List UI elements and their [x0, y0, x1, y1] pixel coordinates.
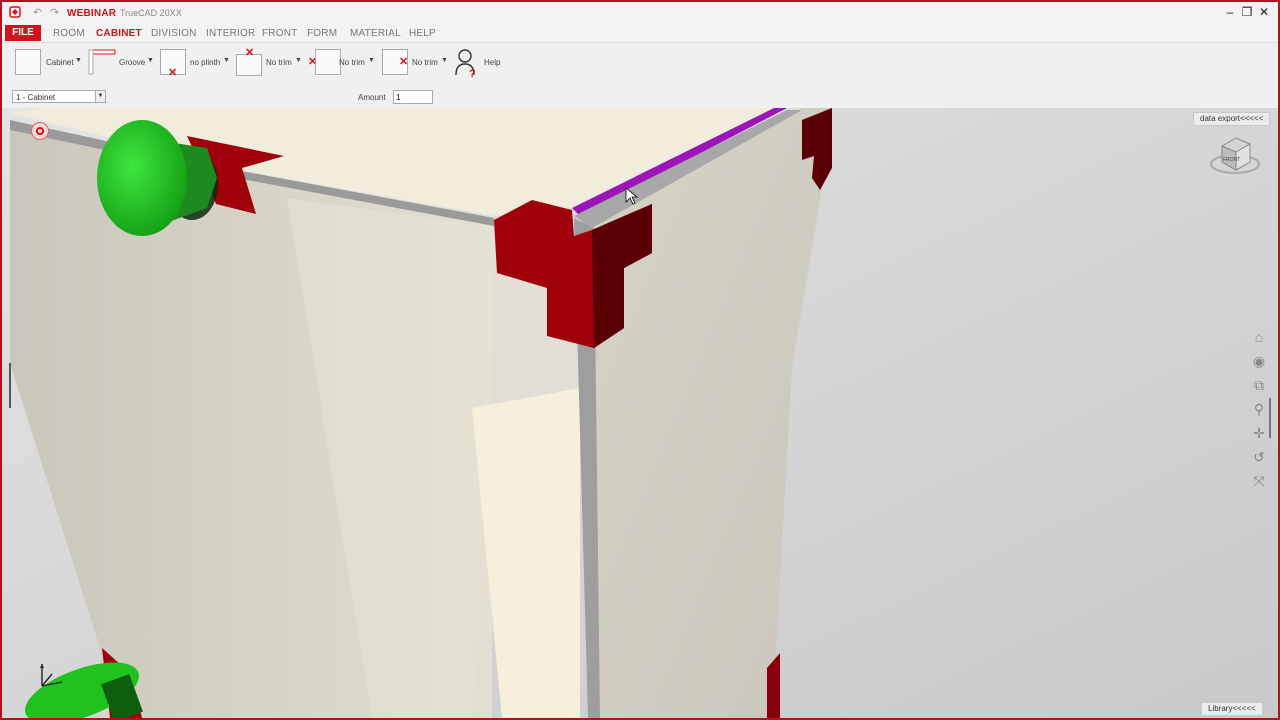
menu-front[interactable]: FRONT	[262, 28, 297, 39]
cabinet-type-icon[interactable]	[15, 49, 41, 75]
brand-label: WEBINAR	[67, 8, 117, 19]
chevron-down-icon[interactable]: ▼	[223, 57, 230, 64]
menu-form[interactable]: FORM	[307, 28, 337, 39]
cabinet-select-value: 1 - Cabinet	[16, 93, 56, 102]
home-icon[interactable]: ⌂	[1250, 328, 1268, 346]
restore-button[interactable]: ❐	[1239, 5, 1255, 19]
orbit-icon[interactable]: ◉	[1250, 352, 1268, 370]
help-label[interactable]: Help	[484, 58, 500, 67]
viewcube-front-label: FRONT	[1223, 157, 1240, 163]
data-export-tab[interactable]: data export<<<<<	[1193, 112, 1271, 126]
zoom-icon[interactable]: ⚲	[1250, 400, 1268, 418]
amount-input[interactable]	[393, 90, 433, 104]
rotate-icon[interactable]: ↺	[1250, 448, 1268, 466]
menu-material[interactable]: MATERIAL	[350, 28, 401, 39]
chevron-down-icon[interactable]: ▼	[295, 57, 302, 64]
title-bar: ↶ ↷ WEBINAR TrueCAD 20XX – ❐ ✕	[2, 2, 1278, 24]
menu-cabinet[interactable]: CABINET	[96, 28, 142, 39]
ribbon-toolbar: Cabinet ▼ Groove ▼ ✕ no plinth ▼ ✕ No tr…	[2, 42, 1278, 87]
redo-icon[interactable]: ↷	[50, 6, 59, 19]
menu-division[interactable]: DIVISION	[151, 28, 197, 39]
top-trim-label[interactable]: No trim	[266, 58, 292, 67]
chevron-down-icon[interactable]: ▼	[75, 57, 82, 64]
groove-icon[interactable]	[88, 48, 116, 76]
menu-help[interactable]: HELP	[409, 28, 436, 39]
amount-label: Amount	[358, 93, 386, 102]
app-logo-icon	[9, 6, 21, 18]
right-trim-label[interactable]: No trim	[412, 58, 438, 67]
cabinet-selector-row: 1 - Cabinet ▼ Amount	[2, 86, 1278, 109]
chevron-down-icon[interactable]: ▼	[441, 57, 448, 64]
cabinet-model[interactable]	[2, 108, 1278, 718]
cabinet-select[interactable]: 1 - Cabinet ▼	[12, 90, 106, 103]
menu-file[interactable]: FILE	[5, 25, 41, 41]
menu-room[interactable]: ROOM	[53, 28, 85, 39]
groove-label[interactable]: Groove	[119, 58, 145, 67]
chevron-down-icon[interactable]: ▼	[368, 57, 375, 64]
app-title: TrueCAD 20XX	[120, 8, 182, 18]
svg-text:?: ?	[469, 68, 476, 79]
app-window: ↶ ↷ WEBINAR TrueCAD 20XX – ❐ ✕ FILE ROOM…	[0, 0, 1280, 720]
green-position-marker[interactable]	[97, 120, 187, 236]
remove-x-icon: ✕	[399, 56, 409, 68]
3d-viewport[interactable]: data export<<<<< FRONT ⌂ ◉ ⧉ ⚲ ✛ ↺ ⤧ Lib…	[2, 108, 1278, 718]
fit-icon[interactable]: ⤧	[1250, 472, 1268, 490]
undo-icon[interactable]: ↶	[33, 6, 42, 19]
remove-x-icon: ✕	[168, 67, 178, 79]
chevron-down-icon[interactable]: ▼	[147, 57, 154, 64]
visibility-eye-icon[interactable]	[31, 122, 49, 140]
zoom-window-icon[interactable]: ⧉	[1250, 376, 1268, 394]
minimize-button[interactable]: –	[1222, 5, 1238, 19]
left-trim-icon[interactable]	[315, 49, 341, 75]
view-cube-icon[interactable]: FRONT	[1208, 128, 1262, 182]
library-tab[interactable]: Library<<<<<	[1201, 702, 1263, 716]
chevron-down-icon[interactable]: ▼	[95, 91, 105, 102]
help-person-icon[interactable]: ?	[454, 47, 478, 79]
left-trim-label[interactable]: No trim	[339, 58, 365, 67]
pan-icon[interactable]: ✛	[1250, 424, 1268, 442]
plinth-label[interactable]: no plinth	[190, 58, 220, 67]
menu-interior[interactable]: INTERIOR	[206, 28, 255, 39]
cabinet-type-label[interactable]: Cabinet	[46, 58, 74, 67]
close-button[interactable]: ✕	[1256, 5, 1272, 19]
menu-bar: FILE ROOM CABINET DIVISION INTERIOR FRON…	[2, 24, 1278, 42]
axis-triad-icon	[40, 664, 63, 687]
remove-x-icon: ✕	[245, 47, 255, 59]
